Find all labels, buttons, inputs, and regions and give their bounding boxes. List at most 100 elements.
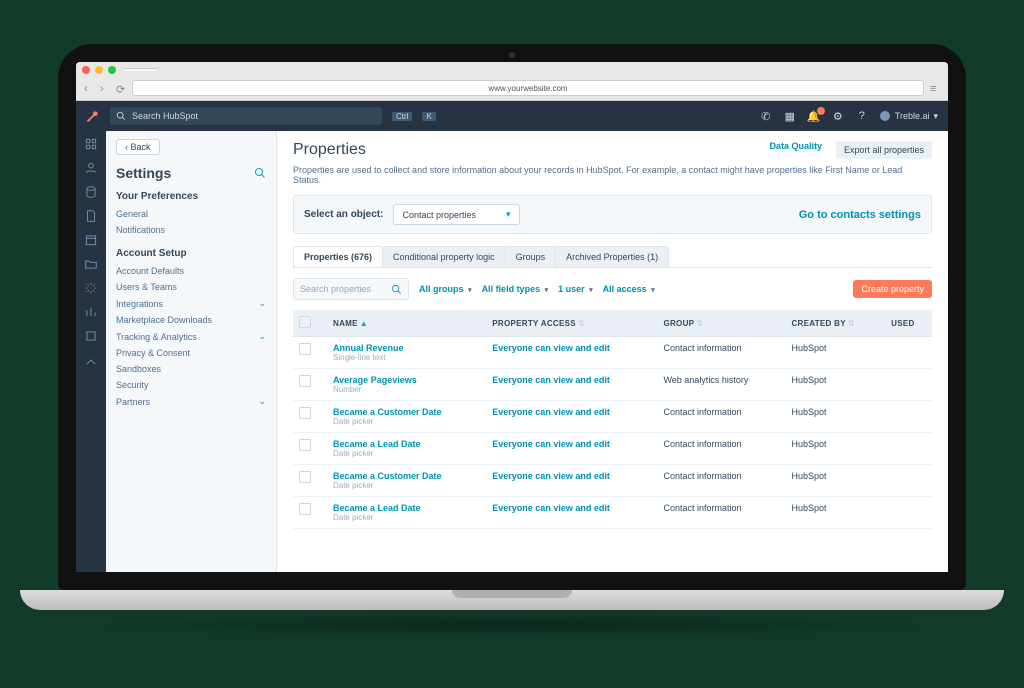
property-access[interactable]: Everyone can view and edit	[492, 375, 610, 385]
sidebar-item[interactable]: Sandboxes	[116, 361, 266, 377]
sidebar-item[interactable]: Partners⌄	[116, 393, 266, 410]
tab[interactable]: Groups	[505, 246, 557, 267]
phone-icon[interactable]: ✆	[759, 110, 773, 123]
sidebar-item[interactable]: Security	[116, 377, 266, 393]
sidebar-item[interactable]: Privacy & Consent	[116, 345, 266, 361]
hubspot-logo-icon[interactable]	[86, 109, 100, 123]
sidebar-item[interactable]: Integrations⌄	[116, 295, 266, 312]
sidebar-item[interactable]: Account Defaults	[116, 263, 266, 279]
property-access[interactable]: Everyone can view and edit	[492, 471, 610, 481]
row-checkbox[interactable]	[299, 407, 311, 419]
search-icon[interactable]	[254, 167, 266, 179]
marketplace-icon[interactable]: ▦	[783, 110, 797, 123]
table-row: Became a Lead DateDate pickerEveryone ca…	[293, 497, 932, 529]
data-quality-link[interactable]: Data Quality	[769, 141, 822, 159]
settings-gear-icon[interactable]: ⚙	[831, 110, 845, 123]
property-group: Contact information	[657, 465, 785, 497]
chevron-down-icon: ⌄	[258, 298, 266, 309]
property-name[interactable]: Became a Lead Date	[333, 503, 480, 513]
chevron-down-icon: ⌄	[258, 331, 266, 342]
property-name[interactable]: Became a Customer Date	[333, 407, 480, 417]
rail-contacts-icon[interactable]	[84, 161, 98, 175]
window-close-icon[interactable]	[82, 66, 90, 74]
property-access[interactable]: Everyone can view and edit	[492, 439, 610, 449]
window-max-icon[interactable]	[108, 66, 116, 74]
nav-back-icon[interactable]: ‹	[84, 83, 94, 93]
help-icon[interactable]: ?	[855, 110, 869, 122]
property-created: HubSpot	[785, 337, 885, 369]
filter-pill[interactable]: All field types ▾	[482, 284, 549, 294]
property-group: Contact information	[657, 337, 785, 369]
account-name: Treble.ai	[895, 111, 930, 121]
object-select[interactable]: Contact properties ▾	[393, 204, 519, 225]
select-all-checkbox[interactable]	[299, 316, 311, 328]
page-title: Properties	[293, 141, 366, 159]
sidebar-item[interactable]: General	[116, 206, 266, 222]
table-row: Average PageviewsNumber Everyone can view…	[293, 369, 932, 401]
property-group: Contact information	[657, 401, 785, 433]
property-access[interactable]: Everyone can view and edit	[492, 343, 610, 353]
sort-asc-icon: ▲	[360, 319, 368, 328]
filter-pill[interactable]: All groups ▾	[419, 284, 472, 294]
rail-folder-icon[interactable]	[84, 257, 98, 271]
sidebar-item[interactable]: Tracking & Analytics⌄	[116, 328, 266, 345]
tab[interactable]: Properties (676)	[293, 246, 383, 267]
page-description: Properties are used to collect and store…	[293, 165, 932, 185]
col-used[interactable]: USED	[885, 310, 932, 337]
tab[interactable]: Archived Properties (1)	[555, 246, 669, 267]
property-name[interactable]: Became a Customer Date	[333, 471, 480, 481]
filter-pill[interactable]: All access ▾	[603, 284, 655, 294]
nav-reload-icon[interactable]: ⟳	[116, 83, 126, 93]
menu-icon[interactable]: ≡	[930, 83, 940, 93]
col-group[interactable]: GROUP⇅	[657, 310, 785, 337]
sidebar-item[interactable]: Users & Teams	[116, 279, 266, 295]
sidebar-title: Settings	[116, 165, 266, 181]
browser-tab[interactable]	[121, 68, 159, 71]
property-access[interactable]: Everyone can view and edit	[492, 503, 610, 513]
property-group: Web analytics history	[657, 369, 785, 401]
rail-more-icon[interactable]	[84, 353, 98, 367]
browser-chrome: ‹ › ⟳ www.yourwebsite.com ≡	[76, 62, 948, 101]
row-checkbox[interactable]	[299, 375, 311, 387]
main-content: Properties Data Quality Export all prope…	[277, 131, 948, 572]
create-property-button[interactable]: Create property	[853, 280, 932, 298]
rail-box-icon[interactable]	[84, 329, 98, 343]
row-checkbox[interactable]	[299, 439, 311, 451]
row-checkbox[interactable]	[299, 503, 311, 515]
sidebar-group-account: Account Setup	[116, 248, 266, 259]
col-access[interactable]: PROPERTY ACCESS⇅	[486, 310, 657, 337]
nav-fwd-icon[interactable]: ›	[100, 83, 110, 93]
property-type: Date picker	[333, 449, 480, 458]
table-row: Became a Customer DateDate pickerEveryon…	[293, 401, 932, 433]
window-min-icon[interactable]	[95, 66, 103, 74]
export-button[interactable]: Export all properties	[836, 141, 932, 159]
rail-file-icon[interactable]	[84, 209, 98, 223]
address-bar[interactable]: www.yourwebsite.com	[132, 80, 924, 96]
property-access[interactable]: Everyone can view and edit	[492, 407, 610, 417]
rail-db-icon[interactable]	[84, 185, 98, 199]
row-checkbox[interactable]	[299, 471, 311, 483]
rail-calendar-icon[interactable]	[84, 233, 98, 247]
property-name[interactable]: Became a Lead Date	[333, 439, 480, 449]
property-type: Number	[333, 385, 480, 394]
rail-chart-icon[interactable]	[84, 305, 98, 319]
property-search[interactable]: Search properties	[293, 278, 409, 300]
col-created[interactable]: CREATED BY⇅	[785, 310, 885, 337]
account-switcher[interactable]: Treble.ai ▾	[879, 110, 938, 122]
row-checkbox[interactable]	[299, 343, 311, 355]
tab[interactable]: Conditional property logic	[382, 246, 506, 267]
global-search[interactable]: Search HubSpot	[110, 107, 382, 125]
property-name[interactable]: Annual Revenue	[333, 343, 480, 353]
property-name[interactable]: Average Pageviews	[333, 375, 480, 385]
sidebar-item[interactable]: Marketplace Downloads	[116, 312, 266, 328]
rail-home-icon[interactable]	[84, 137, 98, 151]
goto-settings-link[interactable]: Go to contacts settings	[799, 209, 921, 221]
sidebar-item[interactable]: Notifications	[116, 222, 266, 238]
notifications-icon[interactable]: 🔔	[807, 110, 821, 123]
tabs: Properties (676)Conditional property log…	[293, 246, 932, 268]
col-name[interactable]: NAME▲	[327, 310, 486, 337]
filter-pill[interactable]: 1 user ▾	[558, 284, 593, 294]
settings-sidebar: ‹ Back Settings Your Preferences General…	[106, 131, 277, 572]
rail-magic-icon[interactable]	[84, 281, 98, 295]
back-button[interactable]: ‹ Back	[116, 139, 160, 155]
